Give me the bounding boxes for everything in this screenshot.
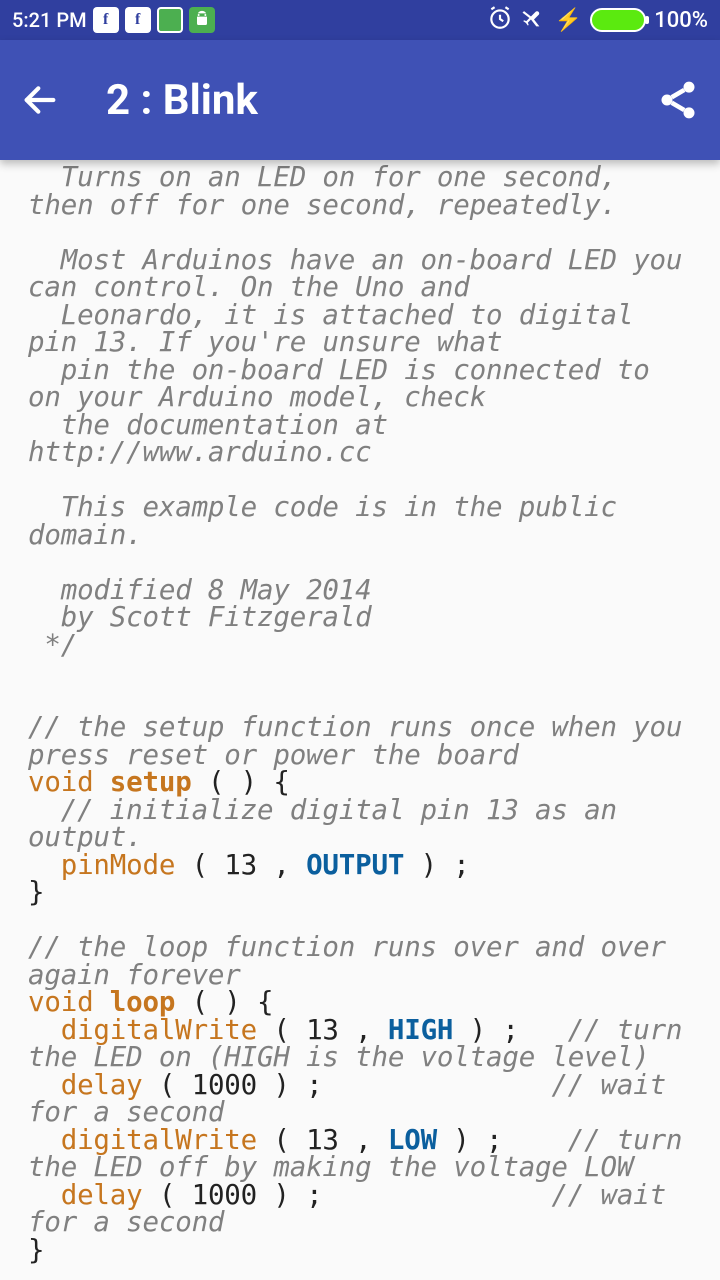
code-line: }	[28, 1237, 692, 1265]
battery-saver-icon	[157, 7, 183, 33]
facebook-icon-1: f	[93, 7, 119, 33]
blank-line	[28, 467, 692, 495]
battery-icon	[590, 8, 646, 32]
code-line: void setup ( ) {	[28, 769, 692, 797]
code-line: digitalWrite ( 13 , HIGH ) ; // turn the…	[28, 1017, 692, 1072]
android-icon	[189, 7, 215, 33]
status-time: 5:21 PM	[12, 8, 87, 32]
comment-line: // the loop function runs over and over …	[28, 934, 692, 989]
status-bar: 5:21 PM f f ⚡ 100%	[0, 0, 720, 40]
comment-line: pin the on-board LED is connected to on …	[28, 357, 692, 412]
blank-line	[28, 549, 692, 577]
code-content[interactable]: Turns on an LED on for one second, then …	[0, 160, 720, 1274]
function-name: pinMode	[61, 849, 176, 881]
facebook-icon-2: f	[125, 7, 151, 33]
code-line: digitalWrite ( 13 , LOW ) ; // turn the …	[28, 1127, 692, 1182]
constant: OUTPUT	[306, 849, 404, 881]
punct: ) ;	[404, 849, 469, 881]
code-line: delay ( 1000 ) ; // wait for a second	[28, 1072, 692, 1127]
share-icon	[656, 78, 700, 122]
blank-line	[28, 659, 692, 687]
comment-line: // the setup function runs once when you…	[28, 714, 692, 769]
code-line: delay ( 1000 ) ; // wait for a second	[28, 1182, 692, 1237]
status-right: ⚡ 100%	[487, 5, 708, 36]
comment-line: Most Arduinos have an on-board LED you c…	[28, 247, 692, 302]
comment-line: This example code is in the public domai…	[28, 494, 692, 549]
comment-line: Turns on an LED on for one second, then …	[28, 164, 692, 219]
arrow-left-icon	[20, 80, 60, 120]
comment-line: the documentation at http://www.arduino.…	[28, 412, 692, 467]
code-line: void loop ( ) {	[28, 989, 692, 1017]
charging-icon: ⚡	[555, 8, 582, 33]
blank-line	[28, 219, 692, 247]
comment-line: modified 8 May 2014	[28, 577, 692, 605]
comment-line: */	[28, 632, 692, 660]
comment-line: // initialize digital pin 13 as an outpu…	[28, 797, 692, 852]
battery-percent: 100%	[654, 8, 708, 33]
code-line: }	[28, 879, 692, 907]
punct: ( 13 ,	[175, 849, 306, 881]
app-bar: 2 : Blink	[0, 40, 720, 160]
page-title: 2 : Blink	[106, 76, 258, 125]
blank-line	[28, 907, 692, 935]
blank-line	[28, 687, 692, 715]
back-button[interactable]	[20, 80, 60, 120]
alarm-icon	[487, 5, 513, 36]
status-left: 5:21 PM f f	[12, 7, 215, 33]
comment-line: Leonardo, it is attached to digital pin …	[28, 302, 692, 357]
comment-line: by Scott Fitzgerald	[28, 604, 692, 632]
code-line: pinMode ( 13 , OUTPUT ) ;	[28, 852, 692, 880]
airplane-icon	[521, 5, 547, 36]
share-button[interactable]	[656, 78, 700, 122]
